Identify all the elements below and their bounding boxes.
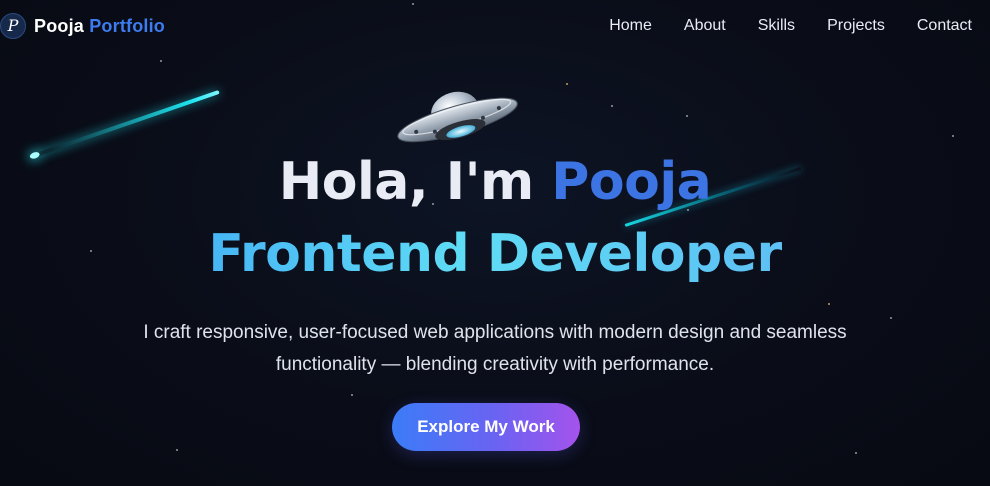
star [686, 115, 688, 117]
star [160, 60, 162, 62]
explore-my-work-button[interactable]: Explore My Work [392, 403, 580, 451]
star [855, 452, 857, 454]
nav-link-contact[interactable]: Contact [917, 17, 972, 35]
star [176, 449, 178, 451]
nav-link-projects[interactable]: Projects [827, 17, 885, 35]
brand-name-primary: Pooja [34, 15, 85, 36]
star [952, 135, 954, 137]
brand[interactable]: P Pooja Portfolio [0, 13, 165, 39]
brand-logo-icon: P [0, 13, 26, 39]
star [351, 394, 353, 396]
nav-link-skills[interactable]: Skills [758, 17, 795, 35]
hero-description: I craft responsive, user-focused web app… [143, 322, 847, 375]
star [611, 105, 613, 107]
nav-link-about[interactable]: About [684, 17, 726, 35]
star [828, 303, 830, 305]
nav-link-home[interactable]: Home [609, 17, 652, 35]
star [566, 83, 568, 85]
hero-greeting: Hola, I'm [278, 152, 552, 212]
brand-name-accent: Portfolio [89, 15, 166, 36]
hero-heading: Hola, I'm Pooja Frontend Developer [0, 146, 990, 290]
hero-name: Pooja [551, 152, 712, 212]
hero-role: Frontend Developer [208, 218, 782, 290]
ufo-icon [397, 91, 518, 143]
top-navbar: P Pooja Portfolio Home About Skills Proj… [0, 0, 990, 54]
nav-links: Home About Skills Projects Contact [609, 17, 972, 35]
hero-page: P Pooja Portfolio Home About Skills Proj… [0, 0, 990, 486]
star [890, 317, 892, 319]
brand-name: Pooja Portfolio [34, 16, 165, 37]
